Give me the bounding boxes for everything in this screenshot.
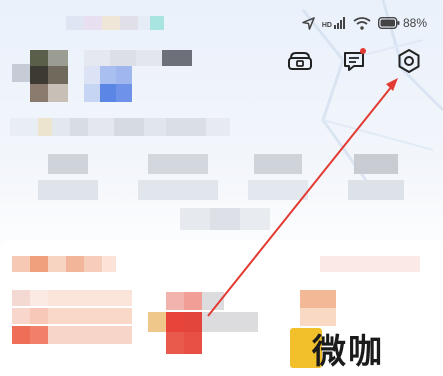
annotation-arrow	[207, 78, 398, 317]
watermark-logo: 微咖	[312, 331, 384, 372]
